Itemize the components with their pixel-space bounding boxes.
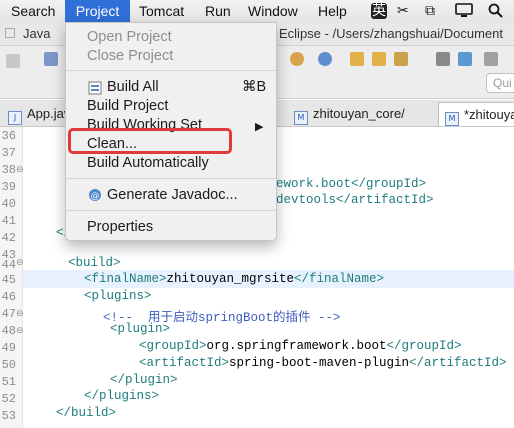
gear-run-icon[interactable] [290, 52, 304, 66]
menu-separator [66, 70, 276, 71]
menu-item-build-automatically[interactable]: Build Automatically [87, 155, 209, 171]
quick-access-input[interactable]: Qui [486, 73, 514, 93]
menu-item-open-project: Open Project [87, 29, 172, 45]
tab-zhitouyan-core[interactable]: Mzhitouyan_core/ [294, 102, 405, 125]
line-number: 50 [1, 358, 16, 372]
build-all-icon [88, 81, 102, 95]
code-tag: </artifactId> [409, 356, 507, 370]
new-icon[interactable] [318, 52, 332, 66]
scissors-icon[interactable]: ✂ [397, 3, 409, 19]
line-number: 48 [1, 324, 16, 338]
pencil-icon[interactable] [394, 52, 408, 66]
undo-icon[interactable] [6, 54, 20, 68]
line-number: 51 [1, 375, 16, 389]
window-control-icon[interactable] [5, 28, 15, 38]
code-line-40[interactable]: devtools</artifactId> [276, 193, 434, 207]
line-number: 47 [1, 307, 16, 321]
line-number: 53 [1, 409, 16, 423]
open-folder-icon[interactable] [350, 52, 364, 66]
build-all-shortcut: ⌘B [242, 79, 267, 95]
menu-item-close-project: Close Project [87, 48, 174, 64]
svg-text:@: @ [91, 192, 100, 202]
input-method-icon[interactable]: 英 [371, 3, 387, 19]
menu-item-generate-javadoc[interactable]: Generate Javadoc... [107, 187, 238, 203]
code-line-53[interactable]: </build> [56, 406, 116, 420]
java-file-icon: J [8, 111, 22, 125]
outline-icon[interactable] [44, 52, 58, 66]
code-tag: <groupId> [139, 339, 207, 353]
code-line-52[interactable]: </plugins> [84, 389, 159, 403]
search-icon[interactable] [488, 3, 503, 22]
xml-file-icon: M [445, 112, 459, 126]
code-text: org.springframework.boot [206, 339, 387, 353]
line-number: 42 [1, 231, 16, 245]
menu-separator [66, 210, 276, 211]
code-line-45[interactable]: <finalName>zhitouyan_mgrsite</finalName> [84, 272, 384, 286]
menu-separator [66, 178, 276, 179]
perspective-icon[interactable] [458, 52, 472, 66]
nav-forward-icon[interactable] [484, 52, 498, 66]
fold-marker-icon[interactable]: ⊖ [16, 165, 24, 175]
line-number: 45 [1, 273, 16, 287]
window-title-left: Java [23, 26, 51, 41]
code-text: zhitouyan_mgrsite [166, 272, 295, 286]
fold-marker-icon[interactable]: ⊖ [16, 326, 24, 336]
code-line-49[interactable]: <groupId>org.springframework.boot</group… [139, 339, 462, 353]
display-icon[interactable] [455, 3, 473, 22]
tab-zhitouyan-active[interactable]: M *zhitouyan [438, 102, 514, 126]
fold-marker-icon[interactable]: ⊖ [16, 309, 24, 319]
code-tag: <finalName> [84, 272, 167, 286]
menu-run[interactable]: Run [205, 0, 231, 23]
title-fragment: Java [5, 26, 50, 41]
line-number: 36 [1, 129, 16, 143]
menu-bar: Search Project Tomcat Run Window Help 英 … [0, 0, 514, 24]
code-tag: <artifactId> [139, 356, 230, 370]
javadoc-icon: @ [88, 188, 102, 202]
code-text: spring-boot-maven-plugin [229, 356, 410, 370]
line-number: 49 [1, 341, 16, 355]
submenu-arrow-icon: ▶ [255, 121, 264, 133]
menu-search[interactable]: Search [11, 0, 55, 23]
menu-tomcat[interactable]: Tomcat [139, 0, 184, 23]
menu-item-build-project[interactable]: Build Project [87, 98, 168, 114]
line-number: 44 [1, 258, 16, 272]
line-number: 46 [1, 290, 16, 304]
code-line-48[interactable]: <plugin> [110, 322, 170, 336]
line-number: 37 [1, 146, 16, 160]
xml-file-icon: M [294, 111, 308, 125]
nav-back-icon[interactable] [436, 52, 450, 66]
line-number: 52 [1, 392, 16, 406]
window-title: Eclipse - /Users/zhangshuai/Document [279, 26, 503, 41]
menu-project[interactable]: Project [65, 0, 130, 23]
code-line-44[interactable]: <build> [68, 256, 121, 270]
menu-item-properties[interactable]: Properties [87, 219, 153, 235]
menu-window[interactable]: Window [248, 0, 298, 23]
fold-marker-icon[interactable]: ⊖ [16, 258, 24, 268]
line-number: 41 [1, 214, 16, 228]
code-line-50[interactable]: <artifactId>spring-boot-maven-plugin</ar… [139, 356, 507, 370]
tab-label: zhitouyan_core/ [313, 106, 405, 121]
code-line-51[interactable]: </plugin> [110, 373, 178, 387]
tab-label: *zhitouyan [464, 107, 514, 122]
code-line-39[interactable]: ework.boot</groupId> [276, 177, 426, 191]
line-number: 38 [1, 163, 16, 177]
folder-icon[interactable] [372, 52, 386, 66]
code-tag: </finalName> [294, 272, 385, 286]
copy-icon[interactable]: ⧉ [425, 3, 435, 19]
menu-help[interactable]: Help [318, 0, 347, 23]
menu-item-build-all[interactable]: Build All [107, 79, 159, 95]
clean-highlight-box [68, 128, 232, 154]
line-number: 40 [1, 197, 16, 211]
line-number: 39 [1, 180, 16, 194]
code-line-46[interactable]: <plugins> [84, 289, 152, 303]
code-tag: </groupId> [386, 339, 462, 353]
